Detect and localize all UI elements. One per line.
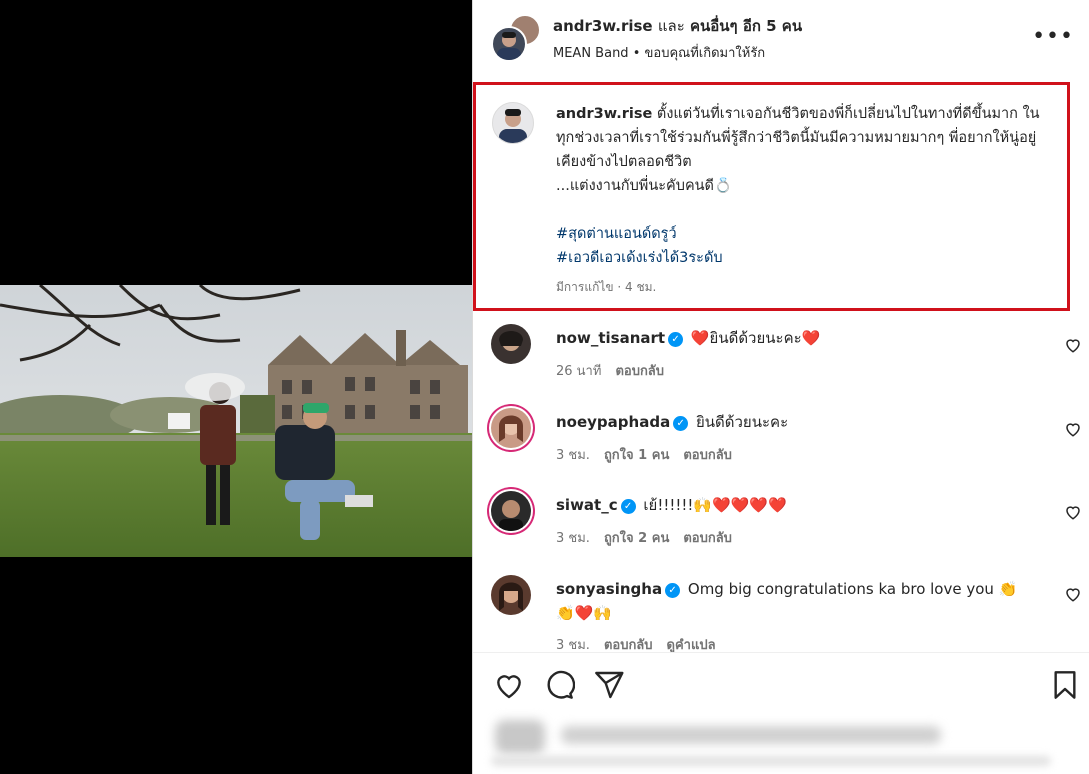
- comment-username[interactable]: now_tisanart: [556, 329, 665, 347]
- verified-badge-icon: ✓: [668, 332, 684, 347]
- bookmark-icon[interactable]: [1049, 669, 1081, 701]
- avatar[interactable]: [491, 575, 531, 615]
- avatar: [491, 26, 527, 62]
- comment-time: 26 นาที: [556, 364, 602, 379]
- reply-button[interactable]: ตอบกลับ: [615, 364, 664, 379]
- verified-badge-icon: ✓: [673, 416, 689, 431]
- heart-icon[interactable]: [1064, 336, 1082, 354]
- avatar[interactable]: [491, 408, 531, 448]
- comment-body: sonyasingha ✓ Omg big congratulations ka …: [556, 577, 1036, 625]
- proposal-photo: [0, 285, 472, 557]
- separator: •: [628, 46, 645, 61]
- comment-text: ยินดีด้วยนะคะ: [695, 413, 789, 431]
- audio-artist[interactable]: MEAN Band: [553, 46, 629, 61]
- avatar[interactable]: [491, 491, 531, 531]
- comment-meta: 3 ชม. ถูกใจ 1 คน ตอบกลับ: [556, 444, 746, 465]
- heart-icon[interactable]: [1064, 420, 1082, 438]
- heart-icon[interactable]: [493, 669, 525, 701]
- hashtag-link[interactable]: #เอวดีเอวเด้งเร่งได้3ระดับ: [556, 246, 1056, 270]
- comment-meta: 3 ชม. ถูกใจ 2 คน ตอบกลับ: [556, 527, 746, 548]
- blurred-likes-area: [481, 712, 1081, 770]
- see-translation-button[interactable]: ดูคำแปล: [667, 638, 716, 653]
- caption-text: andr3w.rise ตั้งแต่วันที่เราเจอกันชีวิตข…: [556, 102, 1056, 270]
- likes-count[interactable]: ถูกใจ 2 คน: [604, 531, 669, 546]
- audio-title[interactable]: ขอบคุณที่เกิดมาให้รัก: [645, 46, 766, 61]
- comment-text: เย้!!!!!!🙌❤️❤️❤️❤️: [643, 496, 787, 514]
- author-username[interactable]: andr3w.rise: [553, 17, 653, 35]
- collab-avatars[interactable]: [491, 14, 541, 62]
- comment-time: 3 ชม.: [556, 638, 590, 653]
- caption-line2: ...แต่งงานกับพี่นะคับคนดี💍: [556, 178, 733, 194]
- post-photo[interactable]: [0, 285, 472, 557]
- post-header: andr3w.rise และ คนอื่นๆ อีก 5 คน MEAN Ba…: [473, 0, 1089, 72]
- comment-body: noeypaphada ✓ ยินดีด้วยนะคะ: [556, 410, 1036, 434]
- audio-line[interactable]: MEAN Band • ขอบคุณที่เกิดมาให้รัก: [553, 42, 765, 63]
- reply-button[interactable]: ตอบกลับ: [604, 638, 653, 653]
- comment-time: 3 ชม.: [556, 531, 590, 546]
- post-action-bar: [473, 652, 1089, 711]
- comment-username[interactable]: siwat_c: [556, 496, 618, 514]
- post-author-line[interactable]: andr3w.rise และ คนอื่นๆ อีก 5 คน: [553, 14, 802, 38]
- avatar[interactable]: [491, 324, 531, 364]
- comment-body: now_tisanart ✓ ❤️ยินดีด้วยนะคะ❤️: [556, 326, 1036, 350]
- reply-button[interactable]: ตอบกลับ: [683, 531, 732, 546]
- comment-text: ❤️ยินดีด้วยนะคะ❤️: [690, 329, 821, 347]
- comment-body: siwat_c ✓ เย้!!!!!!🙌❤️❤️❤️❤️: [556, 493, 1036, 517]
- heart-icon[interactable]: [1064, 585, 1082, 603]
- caption-highlight-box: andr3w.rise ตั้งแต่วันที่เราเจอกันชีวิตข…: [473, 82, 1070, 311]
- verified-badge-icon: ✓: [620, 499, 636, 514]
- avatar[interactable]: [492, 102, 534, 144]
- caption-meta: มีการแก้ไข · 4 ชม.: [556, 280, 657, 294]
- verified-badge-icon: ✓: [665, 583, 681, 598]
- instagram-post-window: andr3w.rise และ คนอื่นๆ อีก 5 คน MEAN Ba…: [0, 0, 1089, 774]
- comment-icon[interactable]: [543, 669, 575, 701]
- reply-button[interactable]: ตอบกลับ: [683, 448, 732, 463]
- comment-meta: 26 นาที ตอบกลับ: [556, 360, 678, 381]
- likes-count[interactable]: ถูกใจ 1 คน: [604, 448, 669, 463]
- send-icon[interactable]: [593, 669, 625, 701]
- more-options-button[interactable]: •••: [1032, 24, 1074, 49]
- comment-username[interactable]: sonyasingha: [556, 580, 662, 598]
- heart-icon[interactable]: [1064, 503, 1082, 521]
- caption-username[interactable]: andr3w.rise: [556, 106, 652, 122]
- hashtag-link[interactable]: #สุดต่านแอนด์ดรูว์: [556, 222, 1056, 246]
- collaborators-link[interactable]: คนอื่นๆ อีก 5 คน: [690, 17, 802, 35]
- comment-username[interactable]: noeypaphada: [556, 413, 670, 431]
- post-side-panel: andr3w.rise และ คนอื่นๆ อีก 5 คน MEAN Ba…: [472, 0, 1089, 774]
- and-text: และ: [657, 17, 685, 35]
- comment-time: 3 ชม.: [556, 448, 590, 463]
- post-media: [0, 0, 472, 774]
